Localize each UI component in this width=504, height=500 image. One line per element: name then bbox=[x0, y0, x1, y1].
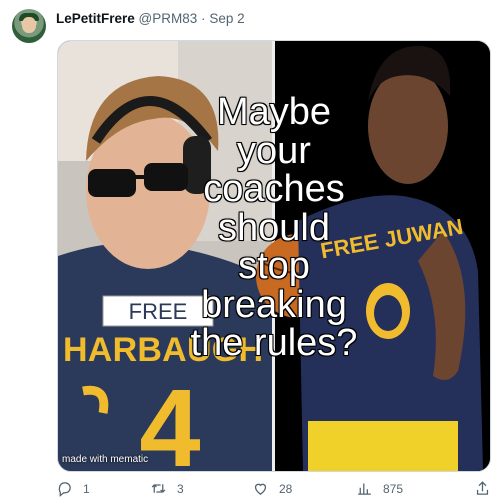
retweet-icon bbox=[151, 484, 166, 493]
heart-icon bbox=[254, 483, 267, 495]
views-chart-icon bbox=[358, 483, 371, 495]
like-count: 28 bbox=[279, 481, 293, 496]
tweet-header: LePetitFrere @PRM83 · Sep 2 bbox=[56, 10, 245, 28]
tweet-date[interactable]: Sep 2 bbox=[209, 11, 244, 26]
watermark: made with mematic bbox=[62, 454, 149, 465]
reply-icon bbox=[58, 482, 71, 497]
views-count: 875 bbox=[383, 481, 404, 496]
views-button[interactable]: 875 bbox=[356, 480, 403, 497]
author-name[interactable]: LePetitFrere bbox=[56, 11, 135, 26]
left-shirt-number: 4 bbox=[139, 367, 200, 471]
like-button[interactable]: 28 bbox=[252, 480, 292, 497]
retweet-count: 3 bbox=[177, 481, 184, 496]
avatar-face bbox=[22, 17, 36, 33]
tweet-media[interactable]: FREE HARBAUGH 4 FREE JUWAN Maybe your co… bbox=[57, 40, 491, 472]
separator-dot: · bbox=[201, 11, 206, 26]
meme-caption: Maybe your coaches should stop breaking … bbox=[190, 91, 358, 364]
reply-button[interactable]: 1 bbox=[56, 480, 90, 497]
reply-count: 1 bbox=[83, 481, 90, 496]
retweet-button[interactable]: 3 bbox=[150, 480, 184, 497]
share-icon bbox=[476, 481, 489, 495]
avatar[interactable] bbox=[12, 9, 46, 43]
tweet[interactable]: LePetitFrere @PRM83 · Sep 2 FREE HARBAUG… bbox=[0, 0, 504, 500]
author-handle[interactable]: @PRM83 bbox=[139, 11, 198, 26]
share-button[interactable] bbox=[474, 480, 491, 497]
action-bar: 1 3 28 875 bbox=[56, 480, 496, 498]
